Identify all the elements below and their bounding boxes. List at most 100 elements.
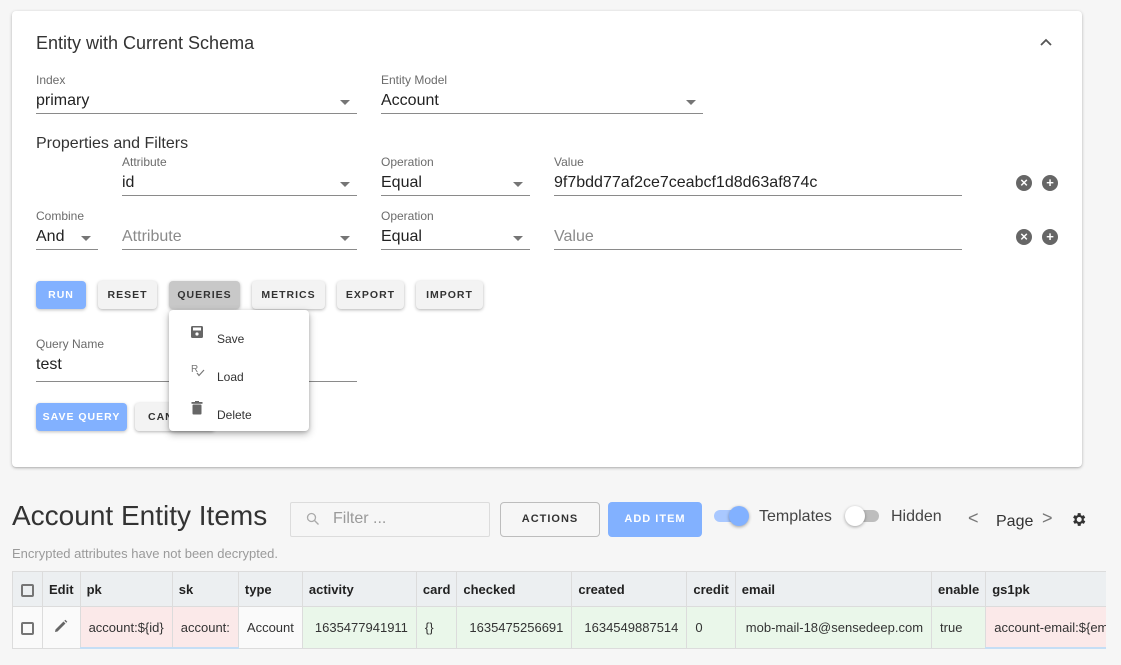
query-name-value: test <box>36 356 62 373</box>
hidden-toggle[interactable] <box>845 505 881 526</box>
col-header[interactable]: gs1pk <box>985 571 1106 607</box>
filter-operation-select[interactable]: Operation Equal <box>381 155 530 196</box>
delete-icon <box>191 401 203 415</box>
add-filter-icon[interactable]: + <box>1042 229 1058 245</box>
panel-title: Entity with Current Schema <box>36 33 255 53</box>
filter-value-input[interactable]: Value 9f7bdd77af2ce7ceabcf1d8d63af874c <box>554 155 962 196</box>
cell-email[interactable]: mob-mail-18@sensedeep.com <box>734 606 933 649</box>
cell-pk[interactable]: account:${id} <box>79 606 173 649</box>
cell-enable[interactable]: true <box>931 606 987 649</box>
cell-created[interactable]: 1634549887514 <box>571 606 688 649</box>
add-filter-icon[interactable]: + <box>1042 175 1058 191</box>
import-button[interactable]: IMPORT <box>416 281 483 309</box>
menu-item-delete[interactable]: Delete <box>169 391 309 429</box>
caret-down-icon <box>340 236 350 241</box>
filter-value-input-2[interactable]: Value <box>554 209 962 250</box>
col-header[interactable]: sk <box>171 571 239 607</box>
hidden-label: Hidden <box>891 508 942 525</box>
items-table: Edit pk sk type activity card checked cr… <box>12 571 1106 649</box>
next-page-button[interactable]: > <box>1042 508 1053 529</box>
edit-cell[interactable] <box>42 606 81 649</box>
entity-model-select[interactable]: Entity Model Account <box>381 73 703 114</box>
cell-sk[interactable]: account: <box>171 606 239 649</box>
menu-item-load[interactable]: R Load <box>169 353 309 391</box>
properties-filters-title: Properties and Filters <box>36 135 189 152</box>
queries-button[interactable]: QUERIES <box>169 281 240 309</box>
query-name-label: Query Name <box>36 337 105 351</box>
caret-down-icon <box>513 182 523 187</box>
filter-attribute-select-2[interactable]: Attribute <box>122 209 357 250</box>
prev-page-button[interactable]: < <box>968 508 979 529</box>
value-label: Value <box>554 155 584 169</box>
operation-value: Equal <box>381 228 422 245</box>
cell-card[interactable]: {} <box>415 606 458 649</box>
menu-item-save[interactable]: Save <box>169 315 309 353</box>
caret-down-icon <box>686 100 696 105</box>
reset-button[interactable]: RESET <box>98 281 157 309</box>
col-header[interactable]: type <box>237 571 303 607</box>
col-header[interactable]: checked <box>456 571 573 607</box>
entity-model-label: Entity Model <box>381 73 448 87</box>
cell-type[interactable]: Account <box>237 606 303 649</box>
queries-menu: Save R Load Delete <box>169 310 309 431</box>
cell-credit[interactable]: 0 <box>686 606 736 649</box>
col-header[interactable]: card <box>415 571 458 607</box>
load-icon: R <box>191 364 205 377</box>
combine-value: And <box>36 228 65 245</box>
remove-filter-icon[interactable]: × <box>1016 229 1032 245</box>
gear-icon[interactable] <box>1070 511 1087 528</box>
edit-pencil-icon[interactable] <box>54 619 68 633</box>
menu-label: Delete <box>217 408 252 422</box>
filter-input[interactable]: Filter ... <box>290 502 490 537</box>
menu-label: Load <box>217 370 244 384</box>
run-button[interactable]: RUN <box>36 281 86 309</box>
col-header[interactable]: pk <box>79 571 173 607</box>
caret-down-icon <box>340 182 350 187</box>
chevron-up-icon[interactable] <box>1038 35 1054 51</box>
cell-gs1pk[interactable]: account-email:${email} <box>985 606 1106 649</box>
cell-checked[interactable]: 1635475256691 <box>456 606 573 649</box>
add-item-button[interactable]: ADD ITEM <box>608 502 702 537</box>
value-placeholder: Value <box>554 228 594 245</box>
operation-label: Operation <box>381 209 434 223</box>
table-header-row: Edit pk sk type activity card checked cr… <box>12 571 1106 607</box>
attribute-placeholder: Attribute <box>122 228 182 245</box>
filter-placeholder: Filter ... <box>333 510 387 527</box>
table-row: account:${id} account: Account 163547794… <box>12 606 1106 649</box>
filter-operation-select-2[interactable]: Operation Equal <box>381 209 530 250</box>
page-label: Page <box>996 513 1034 530</box>
combine-select[interactable]: Combine And <box>36 209 98 250</box>
actions-button[interactable]: ACTIONS <box>500 502 600 537</box>
attribute-label: Attribute <box>122 155 167 169</box>
index-value: primary <box>36 92 90 109</box>
export-button[interactable]: EXPORT <box>337 281 404 309</box>
index-select[interactable]: Index primary <box>36 73 357 114</box>
row-checkbox[interactable] <box>12 606 43 649</box>
entity-model-value: Account <box>381 92 439 109</box>
select-all-checkbox[interactable] <box>12 571 43 607</box>
col-header[interactable]: enable <box>931 571 987 607</box>
metrics-button[interactable]: METRICS <box>252 281 325 309</box>
col-header[interactable]: created <box>571 571 688 607</box>
col-header[interactable]: credit <box>686 571 736 607</box>
save-icon <box>191 326 203 338</box>
attribute-value: id <box>122 174 135 191</box>
col-header[interactable]: activity <box>301 571 417 607</box>
templates-toggle[interactable] <box>712 505 749 526</box>
cell-activity[interactable]: 1635477941911 <box>301 606 417 649</box>
save-query-button[interactable]: SAVE QUERY <box>36 403 127 431</box>
remove-filter-icon[interactable]: × <box>1016 175 1032 191</box>
operation-label: Operation <box>381 155 434 169</box>
search-icon <box>306 512 319 525</box>
value-text: 9f7bdd77af2ce7ceabcf1d8d63af874c <box>554 174 818 191</box>
index-label: Index <box>36 73 66 87</box>
templates-label: Templates <box>759 508 832 525</box>
combine-label: Combine <box>36 209 85 223</box>
items-heading: Account Entity Items <box>12 500 268 531</box>
operation-value: Equal <box>381 174 422 191</box>
menu-label: Save <box>217 332 245 346</box>
col-header[interactable]: email <box>734 571 933 607</box>
filter-attribute-select[interactable]: Attribute id <box>122 155 357 196</box>
caret-down-icon <box>81 236 91 241</box>
col-header[interactable]: Edit <box>42 571 81 607</box>
